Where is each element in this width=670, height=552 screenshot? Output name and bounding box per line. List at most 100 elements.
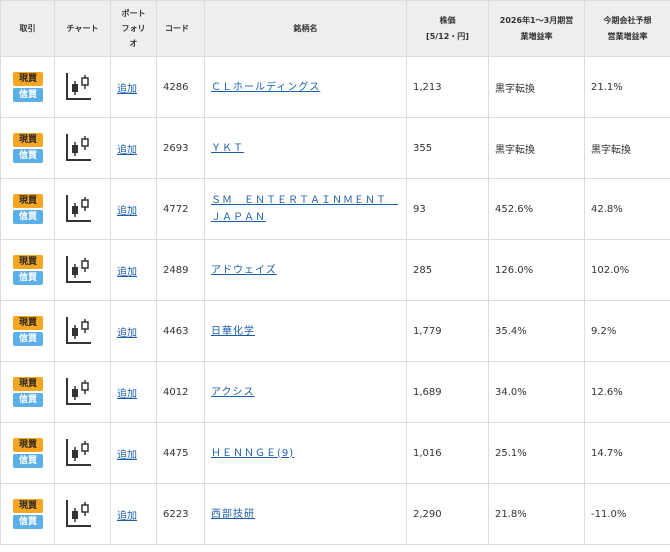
add-to-portfolio-link[interactable]: 追加 xyxy=(117,450,137,461)
header-forecast-line2: 営業増益率 xyxy=(607,31,648,41)
header-trade: 取引 xyxy=(0,0,55,57)
forecast-cell: 21.1% xyxy=(584,56,670,118)
forecast-cell: 12.6% xyxy=(584,361,670,423)
header-price-line2: [5/12・円] xyxy=(426,31,469,41)
add-to-portfolio-link[interactable]: 追加 xyxy=(117,267,137,278)
add-to-portfolio-link[interactable]: 追加 xyxy=(117,328,137,339)
portfolio-cell: 追加 xyxy=(110,56,157,118)
table-row: 現買 信買 追加 4012 アクシス 1,689 34.0% 12.6% xyxy=(0,361,670,423)
header-growth-line2: 業増益率 xyxy=(520,31,553,41)
candlestick-chart-icon[interactable] xyxy=(66,316,92,347)
portfolio-cell: 追加 xyxy=(110,239,157,301)
portfolio-cell: 追加 xyxy=(110,483,157,545)
trade-cell: 現買 信買 xyxy=(0,422,55,484)
forecast-cell: 黒字転換 xyxy=(584,117,670,179)
chart-cell xyxy=(54,361,111,423)
portfolio-cell: 追加 xyxy=(110,117,157,179)
candlestick-chart-icon[interactable] xyxy=(66,194,92,225)
stock-name-link[interactable]: ＳＭ ＥＮＴＥＲＴＡＩＮＭＥＮＴ ＪＡＰＡＮ xyxy=(211,195,398,223)
code-cell: 4475 xyxy=(156,422,205,484)
genbutsu-buy-button[interactable]: 現買 xyxy=(13,377,43,391)
name-cell: 日華化学 xyxy=(204,300,407,362)
add-to-portfolio-link[interactable]: 追加 xyxy=(117,145,137,156)
candlestick-chart-icon[interactable] xyxy=(66,133,92,164)
code-cell: 4286 xyxy=(156,56,205,118)
forecast-cell: -11.0% xyxy=(584,483,670,545)
margin-buy-button[interactable]: 信買 xyxy=(13,149,43,163)
genbutsu-buy-button[interactable]: 現買 xyxy=(13,438,43,452)
table-row: 現買 信買 追加 6223 西部技研 2,290 21.8% -11.0% xyxy=(0,483,670,545)
add-to-portfolio-link[interactable]: 追加 xyxy=(117,206,137,217)
trade-cell: 現買 信買 xyxy=(0,300,55,362)
candlestick-chart-icon[interactable] xyxy=(66,438,92,469)
portfolio-cell: 追加 xyxy=(110,422,157,484)
growth-cell: 21.8% xyxy=(488,483,585,545)
price-cell: 1,213 xyxy=(406,56,489,118)
table-row: 現買 信買 追加 4475 ＨＥＮＮＧＥ(9) 1,016 25.1% 14.7… xyxy=(0,422,670,484)
candlestick-chart-icon[interactable] xyxy=(66,377,92,408)
add-to-portfolio-link[interactable]: 追加 xyxy=(117,84,137,95)
name-cell: ＳＭ ＥＮＴＥＲＴＡＩＮＭＥＮＴ ＪＡＰＡＮ xyxy=(204,178,407,240)
stock-name-link[interactable]: 西部技研 xyxy=(211,509,255,520)
growth-cell: 34.0% xyxy=(488,361,585,423)
trade-cell: 現買 信買 xyxy=(0,178,55,240)
portfolio-cell: 追加 xyxy=(110,300,157,362)
candlestick-chart-icon[interactable] xyxy=(66,255,92,286)
candlestick-chart-icon[interactable] xyxy=(66,72,92,103)
chart-cell xyxy=(54,422,111,484)
stock-name-link[interactable]: ＨＥＮＮＧＥ(9) xyxy=(211,448,294,459)
table-row: 現買 信買 追加 4463 日華化学 1,779 35.4% 9.2% xyxy=(0,300,670,362)
stock-name-link[interactable]: アドウェイズ xyxy=(211,265,277,276)
header-chart: チャート xyxy=(54,0,111,57)
genbutsu-buy-button[interactable]: 現買 xyxy=(13,255,43,269)
table-row: 現買 信買 追加 4286 ＣＬホールディングス 1,213 黒字転換 21.1… xyxy=(0,56,670,118)
price-cell: 1,779 xyxy=(406,300,489,362)
price-cell: 1,016 xyxy=(406,422,489,484)
code-cell: 6223 xyxy=(156,483,205,545)
code-cell: 4463 xyxy=(156,300,205,362)
margin-buy-button[interactable]: 信買 xyxy=(13,88,43,102)
name-cell: ＹＫＴ xyxy=(204,117,407,179)
price-cell: 93 xyxy=(406,178,489,240)
genbutsu-buy-button[interactable]: 現買 xyxy=(13,499,43,513)
genbutsu-buy-button[interactable]: 現買 xyxy=(13,133,43,147)
stock-name-link[interactable]: ＣＬホールディングス xyxy=(211,82,320,93)
trade-cell: 現買 信買 xyxy=(0,483,55,545)
name-cell: ＣＬホールディングス xyxy=(204,56,407,118)
stock-name-link[interactable]: アクシス xyxy=(211,387,255,398)
genbutsu-buy-button[interactable]: 現買 xyxy=(13,194,43,208)
margin-buy-button[interactable]: 信買 xyxy=(13,393,43,407)
price-cell: 285 xyxy=(406,239,489,301)
forecast-cell: 102.0% xyxy=(584,239,670,301)
margin-buy-button[interactable]: 信買 xyxy=(13,210,43,224)
code-cell: 2489 xyxy=(156,239,205,301)
name-cell: アドウェイズ xyxy=(204,239,407,301)
price-cell: 2,290 xyxy=(406,483,489,545)
table-row: 現買 信買 追加 2693 ＹＫＴ 355 黒字転換 黒字転換 xyxy=(0,117,670,179)
growth-cell: 黒字転換 xyxy=(488,56,585,118)
margin-buy-button[interactable]: 信買 xyxy=(13,454,43,468)
trade-cell: 現買 信買 xyxy=(0,361,55,423)
trade-cell: 現買 信買 xyxy=(0,56,55,118)
header-forecast: 今期会社予想 営業増益率 xyxy=(584,0,670,57)
stock-table: 取引 チャート ポート フォリ オ コード 銘柄名 株価 [5/12・円] 20… xyxy=(0,0,670,545)
add-to-portfolio-link[interactable]: 追加 xyxy=(117,511,137,522)
margin-buy-button[interactable]: 信買 xyxy=(13,271,43,285)
chart-cell xyxy=(54,239,111,301)
chart-cell xyxy=(54,300,111,362)
chart-cell xyxy=(54,178,111,240)
genbutsu-buy-button[interactable]: 現買 xyxy=(13,72,43,86)
stock-name-link[interactable]: 日華化学 xyxy=(211,326,255,337)
add-to-portfolio-link[interactable]: 追加 xyxy=(117,389,137,400)
forecast-cell: 14.7% xyxy=(584,422,670,484)
candlestick-chart-icon[interactable] xyxy=(66,499,92,530)
genbutsu-buy-button[interactable]: 現買 xyxy=(13,316,43,330)
code-cell: 2693 xyxy=(156,117,205,179)
margin-buy-button[interactable]: 信買 xyxy=(13,332,43,346)
growth-cell: 25.1% xyxy=(488,422,585,484)
header-portfolio-line2: フォリ xyxy=(121,23,146,33)
forecast-cell: 9.2% xyxy=(584,300,670,362)
name-cell: ＨＥＮＮＧＥ(9) xyxy=(204,422,407,484)
stock-name-link[interactable]: ＹＫＴ xyxy=(211,143,244,154)
margin-buy-button[interactable]: 信買 xyxy=(13,515,43,529)
